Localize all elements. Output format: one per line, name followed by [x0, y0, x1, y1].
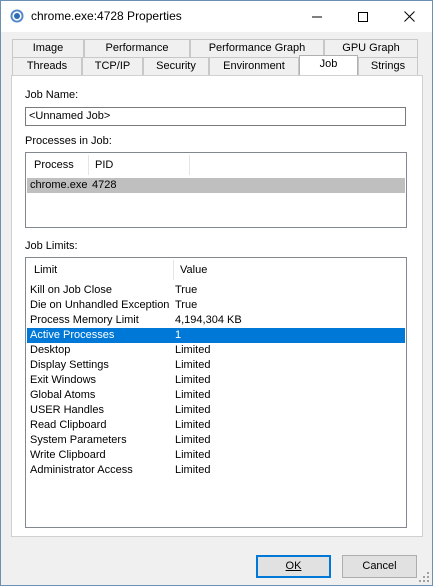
limit-name: Kill on Job Close [30, 284, 112, 296]
process-name: chrome.exe [30, 179, 88, 191]
limit-value: 1 [175, 329, 182, 341]
limit-name: Global Atoms [30, 389, 96, 401]
tab-performance[interactable]: Performance [84, 39, 190, 57]
list-item[interactable]: Kill on Job Close True [27, 283, 405, 298]
column-header-pid[interactable]: PID [89, 153, 189, 177]
column-divider[interactable] [189, 155, 190, 175]
limit-value: 4,194,304 KB [175, 314, 242, 326]
limit-name: Read Clipboard [30, 419, 107, 431]
tab-strings[interactable]: Strings [358, 57, 418, 75]
list-item[interactable]: System Parameters Limited [27, 433, 405, 448]
chrome-icon [10, 9, 24, 23]
limit-value: Limited [175, 344, 211, 356]
tab-job[interactable]: Job [299, 55, 358, 75]
list-item[interactable]: Exit Windows Limited [27, 373, 405, 388]
limit-value: True [175, 284, 198, 296]
column-header-process[interactable]: Process [28, 153, 88, 177]
properties-window: chrome.exe:4728 Properties Image Perform… [0, 0, 433, 586]
list-item[interactable]: USER Handles Limited [27, 403, 405, 418]
limit-name: Write Clipboard [30, 449, 106, 461]
limit-name: Process Memory Limit [30, 314, 139, 326]
process-pid: 4728 [92, 179, 117, 191]
list-item[interactable]: Administrator Access Limited [27, 463, 405, 478]
processes-in-job-label: Processes in Job: [25, 135, 112, 147]
limit-name: Desktop [30, 344, 71, 356]
limit-value: Limited [175, 404, 211, 416]
cancel-button[interactable]: Cancel [342, 555, 417, 578]
tab-tcpip[interactable]: TCP/IP [82, 57, 143, 75]
column-header-value[interactable]: Value [174, 258, 274, 282]
processes-list[interactable]: Process PID chrome.exe 4728 [25, 152, 407, 228]
cancel-button-label: Cancel [362, 560, 397, 572]
list-item[interactable]: Global Atoms Limited [27, 388, 405, 403]
limit-name: System Parameters [30, 434, 127, 446]
list-item[interactable]: Die on Unhandled Exception True [27, 298, 405, 313]
limit-name: USER Handles [30, 404, 104, 416]
column-header-limit[interactable]: Limit [28, 258, 173, 282]
limit-value: Limited [175, 449, 211, 461]
maximize-button[interactable] [340, 1, 386, 32]
tab-strip: Image Performance Performance Graph GPU … [1, 32, 432, 77]
limit-name: Exit Windows [30, 374, 97, 386]
job-limits-label: Job Limits: [25, 240, 78, 252]
window-title: chrome.exe:4728 Properties [31, 9, 182, 23]
list-item[interactable]: Process Memory Limit 4,194,304 KB [27, 313, 405, 328]
limit-value: Limited [175, 359, 211, 371]
limit-value: Limited [175, 419, 211, 431]
limit-value: Limited [175, 389, 211, 401]
list-item[interactable]: Write Clipboard Limited [27, 448, 405, 463]
list-item[interactable]: chrome.exe 4728 [27, 178, 405, 193]
ok-button[interactable]: OK [256, 555, 331, 578]
job-name-field[interactable]: <Unnamed Job> [25, 107, 406, 126]
processes-list-header: Process PID [26, 153, 406, 177]
ok-button-label: OK [285, 560, 302, 572]
limit-name: Die on Unhandled Exception [30, 299, 170, 311]
list-item-selected[interactable]: Active Processes 1 [27, 328, 405, 343]
job-limits-list[interactable]: Limit Value Kill on Job Close True Die on… [25, 257, 407, 528]
limit-value: True [175, 299, 198, 311]
minimize-icon [312, 16, 322, 17]
limit-name: Administrator Access [30, 464, 133, 476]
title-bar[interactable]: chrome.exe:4728 Properties [1, 1, 432, 32]
limit-value: Limited [175, 374, 211, 386]
job-name-label: Job Name: [25, 89, 79, 101]
list-item[interactable]: Desktop Limited [27, 343, 405, 358]
list-item[interactable]: Display Settings Limited [27, 358, 405, 373]
job-limits-list-header: Limit Value [26, 258, 406, 282]
limit-value: Limited [175, 434, 211, 446]
resize-grip-icon[interactable] [419, 572, 429, 582]
limit-name: Display Settings [30, 359, 109, 371]
close-button[interactable] [386, 1, 432, 32]
tab-environment[interactable]: Environment [209, 57, 299, 75]
maximize-icon [358, 11, 368, 22]
tab-security[interactable]: Security [143, 57, 209, 75]
close-icon [403, 11, 415, 22]
list-item[interactable]: Read Clipboard Limited [27, 418, 405, 433]
tab-image[interactable]: Image [12, 39, 84, 57]
limit-value: Limited [175, 464, 211, 476]
tab-threads[interactable]: Threads [12, 57, 82, 75]
limit-name: Active Processes [30, 329, 115, 341]
minimize-button[interactable] [294, 1, 340, 32]
